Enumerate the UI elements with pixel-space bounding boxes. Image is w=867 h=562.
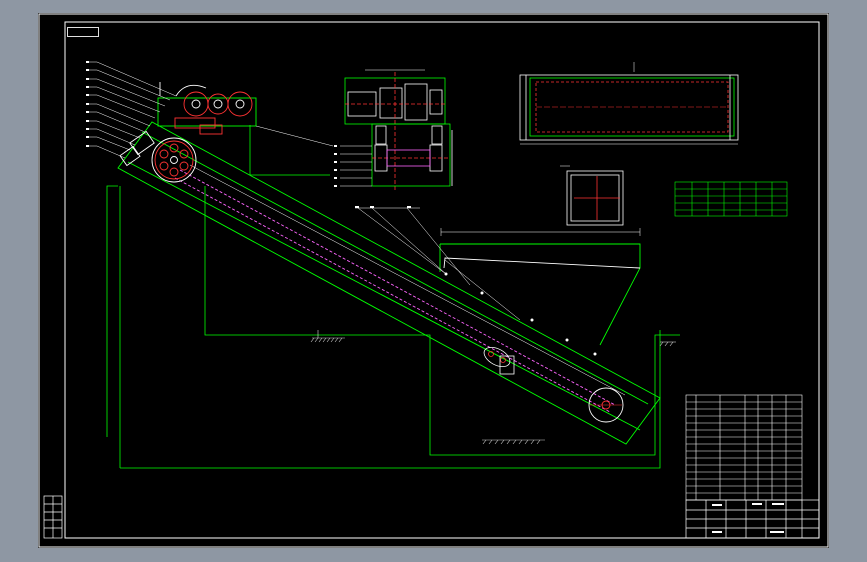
drawing-frame-tag bbox=[67, 27, 99, 37]
cad-drawing bbox=[38, 13, 829, 548]
